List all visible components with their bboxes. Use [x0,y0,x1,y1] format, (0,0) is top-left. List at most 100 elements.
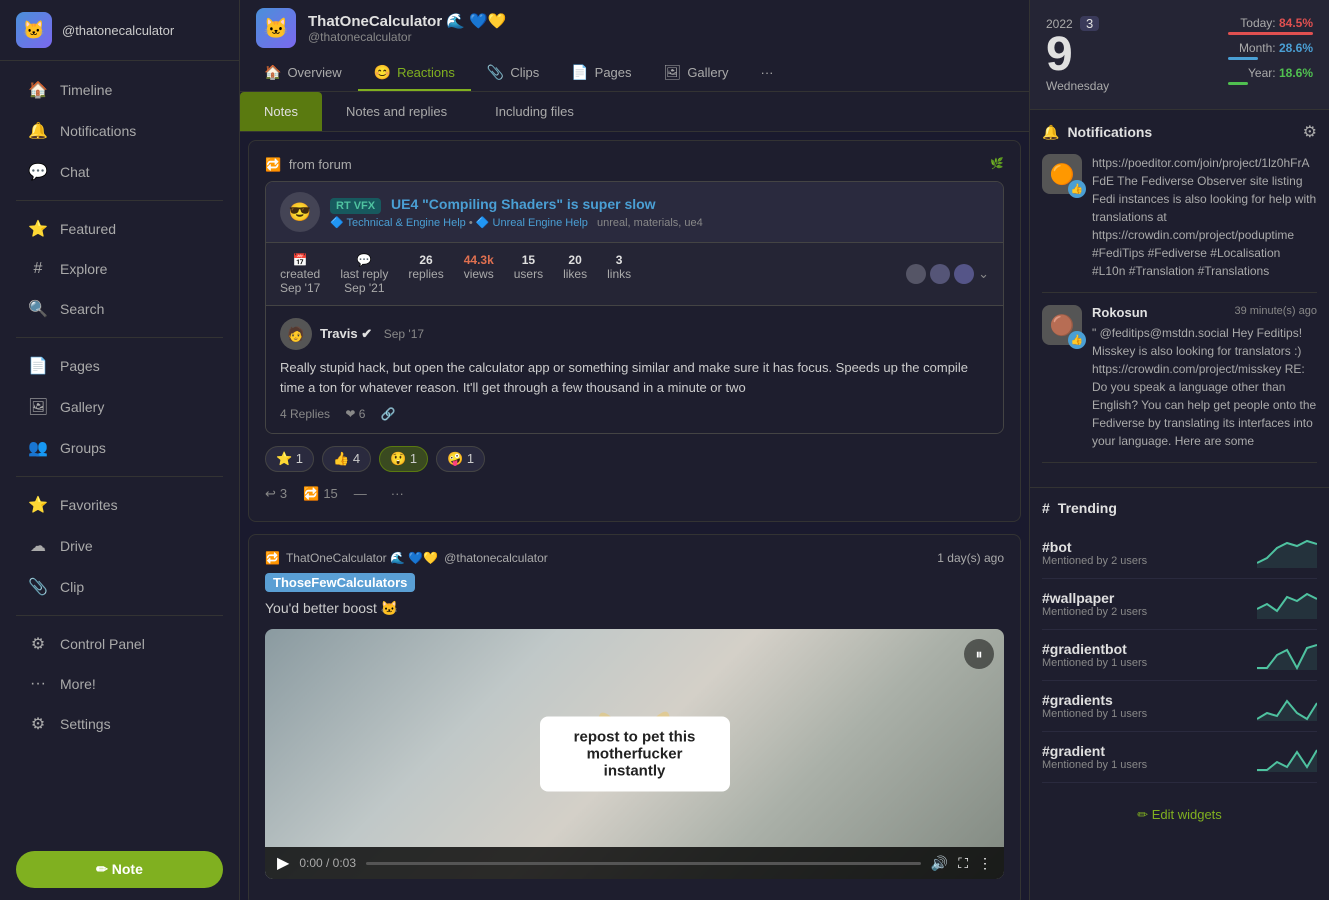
notif-item-2: 🟤 👍 Rokosun 39 minute(s) ago " @feditips… [1042,305,1317,463]
content-tab-including-files[interactable]: Including files [471,92,598,131]
sidebar-nav: 🏠 Timeline 🔔 Notifications 💬 Chat ⭐ Feat… [0,61,239,839]
boost-action[interactable]: 🔁 15 [303,486,338,502]
sidebar-item-drive[interactable]: ☁ Drive [8,526,231,566]
overview-icon: 🏠 [264,64,281,81]
stat-views: 44.3k views [464,253,494,295]
groups-icon: 👥 [28,438,48,458]
gallery-icon: 🖼 [28,397,48,417]
embedded-reply: 🧑 Travis ✔ Sep '17 Really stupid hack, b… [266,306,1003,433]
tab-pages[interactable]: 📄 Pages [555,56,647,91]
profile-handle: @thatonecalculator [308,30,1013,44]
boost-icon: 🔁 [265,551,280,565]
trending-item-gradients[interactable]: #gradients Mentioned by 1 users [1042,681,1317,732]
fullscreen-button[interactable]: ⛶ [958,855,968,872]
month-stat: Month: 28.6% [1228,41,1313,60]
sidebar-item-label: Featured [60,221,116,237]
notif-item-1: 🟠 👍 https://poeditor.com/join/project/1l… [1042,154,1317,293]
sidebar-item-label: Settings [60,716,111,732]
react-action[interactable]: — [354,486,367,501]
sidebar-item-favorites[interactable]: ⭐ Favorites [8,485,231,525]
video-toggle[interactable]: ⏸ [964,639,994,669]
profile-header: 🐱 ThatOneCalculator 🌊 💙💛 @thatonecalcula… [240,0,1029,92]
stat-replies: 26 replies [408,253,443,295]
gallery-icon: 🖼 [664,64,682,81]
sidebar-item-settings[interactable]: ⚙ Settings [8,704,231,744]
content-tab-notes-replies[interactable]: Notes and replies [322,92,471,131]
reaction-star[interactable]: ⭐ 1 [265,446,314,472]
tab-gallery[interactable]: 🖼 Gallery [648,56,745,91]
settings-icon: ⚙ [28,714,48,734]
nav-divider-2 [16,337,223,338]
note-button[interactable]: ✏ Note [16,851,223,888]
post-actions-1: ↩ 3 🔁 15 — ··· [265,482,1004,505]
embedded-header: 😎 RT VFX UE4 "Compiling Shaders" is supe… [266,182,1003,243]
sidebar-item-notifications[interactable]: 🔔 Notifications [8,111,231,151]
trending-item-wallpaper[interactable]: #wallpaper Mentioned by 2 users [1042,579,1317,630]
favorites-icon: ⭐ [28,495,48,515]
reply-header: 🧑 Travis ✔ Sep '17 [280,318,989,350]
notifications-title: 🔔 Notifications [1042,124,1152,141]
sidebar-item-search[interactable]: 🔍 Search [8,289,231,329]
sidebar-item-chat[interactable]: 💬 Chat [8,152,231,192]
bell-icon: 🔔 [1042,124,1059,141]
tab-more[interactable]: ··· [745,56,790,91]
notif-text-1: https://poeditor.com/join/project/1lz0hF… [1092,154,1317,280]
notifications-settings-icon[interactable]: ⚙ [1303,122,1317,142]
edit-widgets-link[interactable]: ✏ Edit widgets [1030,795,1329,835]
year-bar [1228,82,1248,85]
content-tab-notes[interactable]: Notes [240,92,322,131]
sidebar-header: 🐱 @thatonecalculator [0,0,239,61]
sidebar-item-timeline[interactable]: 🏠 Timeline [8,70,231,110]
play-button[interactable]: ▶ [277,853,289,873]
calendar-stats: Today: 84.5% Month: 28.6% Year: 18.6% [1228,16,1313,91]
nav-divider-4 [16,615,223,616]
tab-clips[interactable]: 📎 Clips [471,56,555,91]
control-panel-icon: ⚙ [28,634,48,654]
share-icon[interactable]: 🔗 [381,407,396,421]
reaction-shocked[interactable]: 😲 1 [379,446,428,472]
reply-username: Travis ✔ [320,326,372,341]
drive-icon: ☁ [28,536,48,556]
sidebar-item-gallery[interactable]: 🖼 Gallery [8,387,231,427]
trending-tag-gradientbot: #gradientbot Mentioned by 1 users [1042,641,1147,669]
reaction-crazy[interactable]: 🤪 1 [436,446,485,472]
nav-divider-1 [16,200,223,201]
embedded-title: RT VFX UE4 "Compiling Shaders" is super … [330,196,703,212]
calendar-day: 9 [1046,31,1109,79]
tab-overview[interactable]: 🏠 Overview [248,56,358,91]
reaction-thumbs-up[interactable]: 👍 4 [322,446,371,472]
trending-tag-wallpaper: #wallpaper Mentioned by 2 users [1042,590,1147,618]
clip-icon: 📎 [28,577,48,597]
month-bar [1228,57,1258,60]
notif-name-2: Rokosun [1092,305,1148,320]
profile-top: 🐱 ThatOneCalculator 🌊 💙💛 @thatonecalcula… [240,0,1029,56]
tab-reactions[interactable]: 😊 Reactions [358,56,471,91]
sidebar-item-clip[interactable]: 📎 Clip [8,567,231,607]
trending-item-gradient[interactable]: #gradient Mentioned by 1 users [1042,732,1317,783]
expand-icon[interactable]: ⌄ [978,266,989,282]
reply-count[interactable]: 4 Replies [280,407,330,421]
post-text-2: You'd better boost 🐱 [265,598,1004,619]
video-progress-bar[interactable] [366,862,921,865]
more-video-options[interactable]: ⋮ [978,855,992,872]
reply-action[interactable]: ↩ 3 [265,486,287,502]
sidebar-item-label: Pages [60,358,100,374]
volume-button[interactable]: 🔊 [931,855,948,872]
trending-item-gradientbot[interactable]: #gradientbot Mentioned by 1 users [1042,630,1317,681]
profile-tabs: 🏠 Overview 😊 Reactions 📎 Clips 📄 Pages 🖼… [240,56,1029,91]
sidebar-item-explore[interactable]: # Explore [8,250,231,288]
sidebar-item-featured[interactable]: ⭐ Featured [8,209,231,249]
notif-text-2: " @feditips@mstdn.social Hey Feditips! M… [1092,324,1317,450]
trending-chart-wallpaper [1257,589,1317,619]
year-stat: Year: 18.6% [1228,66,1313,85]
notifications-widget: 🔔 Notifications ⚙ 🟠 👍 https://poeditor.c… [1030,110,1329,488]
trending-item-bot[interactable]: #bot Mentioned by 2 users [1042,528,1317,579]
sidebar-item-more[interactable]: ··· More! [8,665,231,703]
trending-header: # Trending [1042,500,1317,516]
more-actions[interactable]: ··· [383,482,412,505]
sidebar-item-pages[interactable]: 📄 Pages [8,346,231,386]
sidebar-item-control-panel[interactable]: ⚙ Control Panel [8,624,231,664]
sidebar-item-groups[interactable]: 👥 Groups [8,428,231,468]
nav-divider-3 [16,476,223,477]
sidebar-item-label: Control Panel [60,636,145,652]
